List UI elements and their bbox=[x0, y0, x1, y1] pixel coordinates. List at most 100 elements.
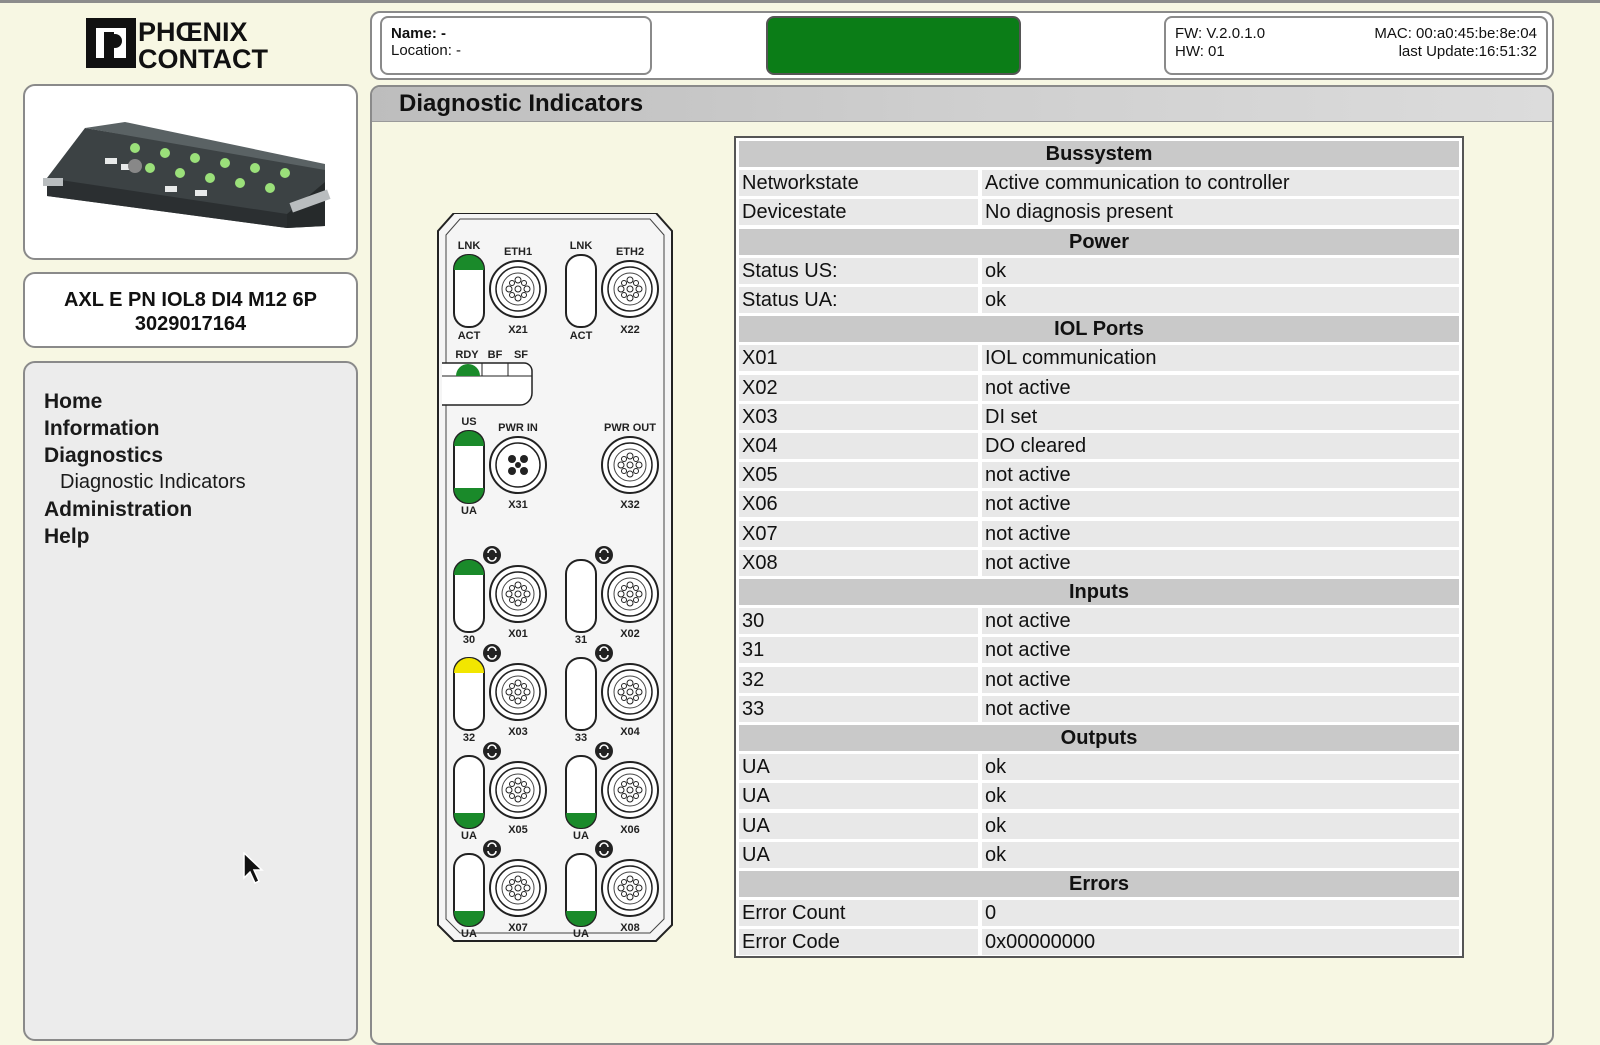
label-x05: X05 bbox=[508, 824, 528, 836]
label-eth2: ETH2 bbox=[616, 246, 644, 258]
section-header: IOL Ports bbox=[739, 316, 1459, 343]
row-label: X04 bbox=[739, 433, 978, 459]
row-value: ok bbox=[982, 783, 1459, 810]
row-value: No diagnosis present bbox=[982, 199, 1459, 226]
label-x02: X02 bbox=[620, 628, 640, 640]
label-us: US bbox=[461, 416, 476, 428]
top-border bbox=[0, 0, 1600, 3]
row-value: not active bbox=[982, 520, 1459, 547]
row-label: 33 bbox=[739, 695, 978, 722]
table-row: 32 not active bbox=[739, 666, 1459, 693]
label-x22: X22 bbox=[620, 324, 640, 336]
device-location: Location: - bbox=[391, 42, 462, 59]
label-bf: BF bbox=[488, 349, 503, 361]
row-value: not active bbox=[982, 695, 1459, 722]
table-row: X08 not active bbox=[739, 549, 1459, 576]
row-label: UA bbox=[739, 783, 978, 810]
row-label: X07 bbox=[739, 520, 978, 547]
product-image-panel bbox=[23, 84, 358, 260]
table-row: X06 not active bbox=[739, 491, 1459, 518]
product-name: AXL E PN IOL8 DI4 M12 6P bbox=[63, 289, 318, 311]
label-30: 30 bbox=[463, 634, 475, 646]
row-label: Error Count bbox=[739, 900, 978, 927]
row-value: not active bbox=[982, 608, 1459, 635]
mac-address: MAC: 00:a0:45:be:8e:04 bbox=[1374, 25, 1537, 42]
label-pwr-out: PWR OUT bbox=[604, 422, 656, 434]
row-label: Error Code bbox=[739, 929, 978, 956]
table-row: X05 not active bbox=[739, 462, 1459, 489]
label-x31: X31 bbox=[508, 499, 528, 511]
device-name-box: Name: - Location: - bbox=[380, 16, 652, 75]
last-update: last Update:16:51:32 bbox=[1398, 43, 1537, 60]
row-label: Status US: bbox=[739, 257, 978, 284]
row-label: UA bbox=[739, 841, 978, 868]
table-row: UA ok bbox=[739, 812, 1459, 839]
row-label: X05 bbox=[739, 462, 978, 489]
product-number: 3029017164 bbox=[134, 313, 247, 335]
product-image bbox=[43, 122, 331, 228]
nav-home[interactable]: Home bbox=[44, 390, 102, 414]
table-row: X04 DO cleared bbox=[739, 433, 1459, 459]
table-row: 30 not active bbox=[739, 608, 1459, 635]
logo-line1: PHŒNIX bbox=[138, 17, 248, 47]
label-x07: X07 bbox=[508, 922, 528, 934]
row-value: DI set bbox=[982, 403, 1459, 430]
section-header: Outputs bbox=[739, 725, 1459, 751]
row-value: 0x00000000 bbox=[982, 929, 1459, 956]
row-value: not active bbox=[982, 462, 1459, 489]
table-row: X03 DI set bbox=[739, 403, 1459, 430]
row-value: ok bbox=[982, 754, 1459, 781]
label-ua: UA bbox=[461, 505, 477, 517]
nav-information[interactable]: Information bbox=[44, 417, 160, 441]
label-rdy: RDY bbox=[455, 349, 479, 361]
nav-help[interactable]: Help bbox=[44, 525, 90, 549]
row-label: Devicestate bbox=[739, 199, 978, 226]
label-x01: X01 bbox=[508, 628, 528, 640]
label-sf: SF bbox=[514, 349, 528, 361]
table-row: UA ok bbox=[739, 783, 1459, 810]
nav-diagnostic-indicators[interactable]: Diagnostic Indicators bbox=[60, 471, 246, 494]
row-label: X02 bbox=[739, 374, 978, 401]
label-x03: X03 bbox=[508, 726, 528, 738]
label-lnk2: LNK bbox=[570, 240, 593, 252]
logo-line2: CONTACT bbox=[138, 44, 268, 72]
table-row: Devicestate No diagnosis present bbox=[739, 199, 1459, 226]
label-32: 32 bbox=[463, 732, 475, 744]
phoenix-contact-logo: PHŒNIX CONTACT bbox=[86, 17, 268, 72]
table-row: 31 not active bbox=[739, 637, 1459, 664]
page-title: Diagnostic Indicators bbox=[399, 90, 644, 117]
row-value: DO cleared bbox=[982, 433, 1459, 459]
row-label: X08 bbox=[739, 549, 978, 576]
row-label: UA bbox=[739, 754, 978, 781]
row-label: 32 bbox=[739, 666, 978, 693]
row-value: Active communication to controller bbox=[982, 170, 1459, 197]
label-33: 33 bbox=[575, 732, 587, 744]
row-label: UA bbox=[739, 812, 978, 839]
nav-diagnostics[interactable]: Diagnostics bbox=[44, 444, 163, 468]
row-label: Networkstate bbox=[739, 170, 978, 197]
nav-administration[interactable]: Administration bbox=[44, 498, 192, 522]
label-x32: X32 bbox=[620, 499, 640, 511]
firmware-info-box: FW: V.2.0.1.0 HW: 01 MAC: 00:a0:45:be:8e… bbox=[1164, 16, 1548, 75]
section-header: Inputs bbox=[739, 579, 1459, 605]
table-row: Status US: ok bbox=[739, 257, 1459, 284]
label-ua8: UA bbox=[573, 928, 589, 940]
table-row: Status UA: ok bbox=[739, 287, 1459, 313]
table-row: X02 not active bbox=[739, 374, 1459, 401]
row-value: not active bbox=[982, 637, 1459, 664]
section-header: Power bbox=[739, 228, 1459, 255]
label-lnk1: LNK bbox=[458, 240, 481, 252]
table-row: UA ok bbox=[739, 841, 1459, 868]
section-header: Errors bbox=[739, 871, 1459, 897]
firmware-version: FW: V.2.0.1.0 bbox=[1175, 25, 1266, 42]
label-x21: X21 bbox=[508, 324, 528, 336]
label-x06: X06 bbox=[620, 824, 640, 836]
table-row: X01 IOL communication bbox=[739, 345, 1459, 372]
product-name-panel: AXL E PN IOL8 DI4 M12 6P 3029017164 bbox=[23, 272, 358, 348]
table-row: 33 not active bbox=[739, 695, 1459, 722]
label-ua7: UA bbox=[461, 928, 477, 940]
row-value: ok bbox=[982, 841, 1459, 868]
row-value: not active bbox=[982, 549, 1459, 576]
table-row: X07 not active bbox=[739, 520, 1459, 547]
row-value: 0 bbox=[982, 900, 1459, 927]
